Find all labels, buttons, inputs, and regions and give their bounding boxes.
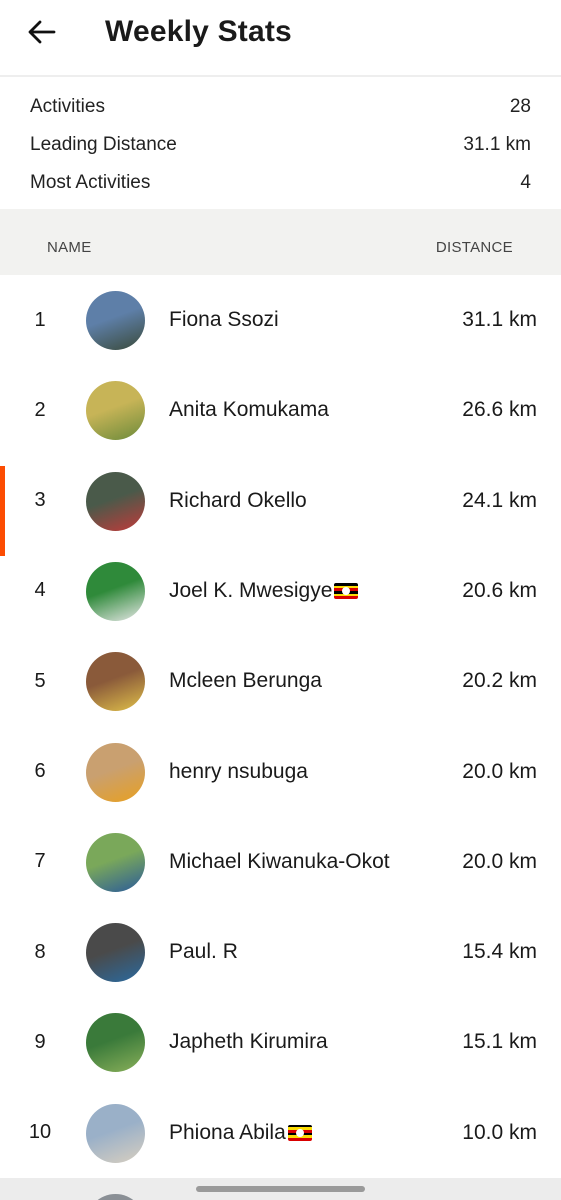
summary-leading-distance: Leading Distance 31.1 km (30, 130, 531, 160)
athlete-name[interactable]: Paul. R (169, 907, 238, 997)
avatar[interactable] (86, 291, 145, 350)
rank-number: 3 (34, 489, 46, 512)
athlete-distance: 20.0 km (462, 759, 537, 783)
back-button[interactable] (22, 14, 62, 50)
athlete-distance: 15.4 km (462, 940, 537, 964)
rank-number: 9 (34, 1030, 46, 1053)
rank-number: 4 (34, 579, 46, 602)
current-athlete-marker (0, 465, 5, 556)
athlete-name[interactable]: Anita Komukama (169, 365, 329, 455)
avatar[interactable] (86, 561, 145, 621)
leaderboard-row[interactable]: 1 Fiona Ssozi 31.1 km (0, 275, 561, 365)
athlete-name[interactable]: Phiona Abila (169, 1088, 312, 1178)
athlete-name-text: Richard Okello (169, 488, 307, 512)
avatar[interactable] (86, 652, 145, 712)
athlete-name[interactable]: Japheth Kirumira (169, 997, 328, 1087)
summary-most-activities: Most Activities 4 (30, 168, 531, 198)
athlete-name[interactable]: Mcleen Berunga (169, 636, 322, 726)
athlete-distance: 20.0 km (462, 849, 537, 873)
athlete-name-text: Japheth Kirumira (169, 1030, 328, 1054)
summary-label: Most Activities (30, 172, 151, 193)
leaderboard-row[interactable]: 3 Richard Okello 24.1 km (0, 456, 561, 556)
app-header: Weekly Stats (0, 0, 561, 77)
arrow-left-icon (28, 20, 56, 44)
weekly-summary: Activities 28 Leading Distance 31.1 km M… (0, 78, 561, 209)
rank-number: 10 (28, 1121, 52, 1144)
leaderboard-row[interactable]: 9 Japheth Kirumira 15.1 km (0, 997, 561, 1087)
rank-number: 7 (34, 850, 46, 873)
leaderboard-row[interactable]: 5 Mcleen Berunga 20.2 km (0, 636, 561, 726)
athlete-distance: 20.2 km (462, 669, 537, 693)
athlete-name-text: henry nsubuga (169, 759, 308, 783)
athlete-name-text: Phiona Abila (169, 1120, 286, 1144)
athlete-distance: 31.1 km (462, 308, 537, 331)
avatar[interactable] (86, 471, 145, 531)
page-title: Weekly Stats (105, 15, 292, 48)
athlete-distance: 26.6 km (462, 398, 537, 422)
leaderboard-row[interactable]: 6 henry nsubuga 20.0 km (0, 727, 561, 817)
summary-label: Activities (30, 96, 105, 117)
column-header-name: NAME (47, 239, 92, 256)
rank-number: 6 (34, 760, 46, 782)
athlete-name-text: Paul. R (169, 940, 238, 964)
athlete-name[interactable]: Joel K. Mwesigye (169, 546, 359, 636)
uganda-flag-icon (287, 1124, 312, 1141)
leaderboard-row[interactable]: 2 Anita Komukama 26.6 km (0, 365, 561, 455)
athlete-name[interactable]: Michael Kiwanuka-Okot (169, 817, 390, 907)
summary-value: 4 (520, 172, 531, 193)
avatar[interactable] (86, 1103, 145, 1163)
rank-number: 8 (34, 940, 46, 963)
rank-number: 1 (34, 308, 46, 331)
leaderboard-row[interactable]: 4 Joel K. Mwesigye 20.6 km (0, 546, 561, 636)
avatar[interactable] (86, 923, 145, 983)
uganda-flag-icon (334, 582, 359, 599)
athlete-distance: 20.6 km (462, 578, 537, 602)
leaderboard-row[interactable]: 10 Phiona Abila 10.0 km (0, 1088, 561, 1178)
avatar[interactable] (86, 381, 145, 441)
athlete-name-text: Anita Komukama (169, 398, 329, 422)
athlete-name[interactable]: henry nsubuga (169, 727, 308, 817)
athlete-distance: 15.1 km (462, 1030, 537, 1054)
rank-number: 2 (34, 398, 46, 421)
summary-value: 28 (509, 96, 531, 117)
column-header-distance: DISTANCE (435, 239, 513, 256)
rank-number: 5 (34, 669, 46, 692)
athlete-distance: 24.1 km (462, 488, 537, 512)
athlete-name[interactable]: Richard Okello (169, 456, 307, 546)
avatar[interactable] (86, 742, 145, 802)
athlete-name-text: Fiona Ssozi (169, 308, 279, 331)
avatar[interactable] (86, 832, 145, 892)
athlete-name-text: Mcleen Berunga (169, 669, 322, 693)
athlete-distance: 10.0 km (462, 1120, 537, 1144)
summary-label: Leading Distance (30, 134, 177, 155)
avatar[interactable] (86, 1013, 145, 1073)
leaderboard-row[interactable]: 7 Michael Kiwanuka-Okot 20.0 km (0, 817, 561, 907)
summary-value: 31.1 km (463, 134, 531, 155)
athlete-name-text: Michael Kiwanuka-Okot (169, 849, 390, 873)
home-indicator[interactable] (196, 1186, 365, 1192)
leaderboard-row[interactable]: 8 Paul. R 15.4 km (0, 907, 561, 997)
athlete-name[interactable]: Fiona Ssozi (169, 275, 279, 365)
leaderboard-header: NAME DISTANCE (0, 209, 561, 275)
athlete-name-text: Joel K. Mwesigye (169, 578, 333, 602)
summary-activities: Activities 28 (30, 92, 531, 122)
